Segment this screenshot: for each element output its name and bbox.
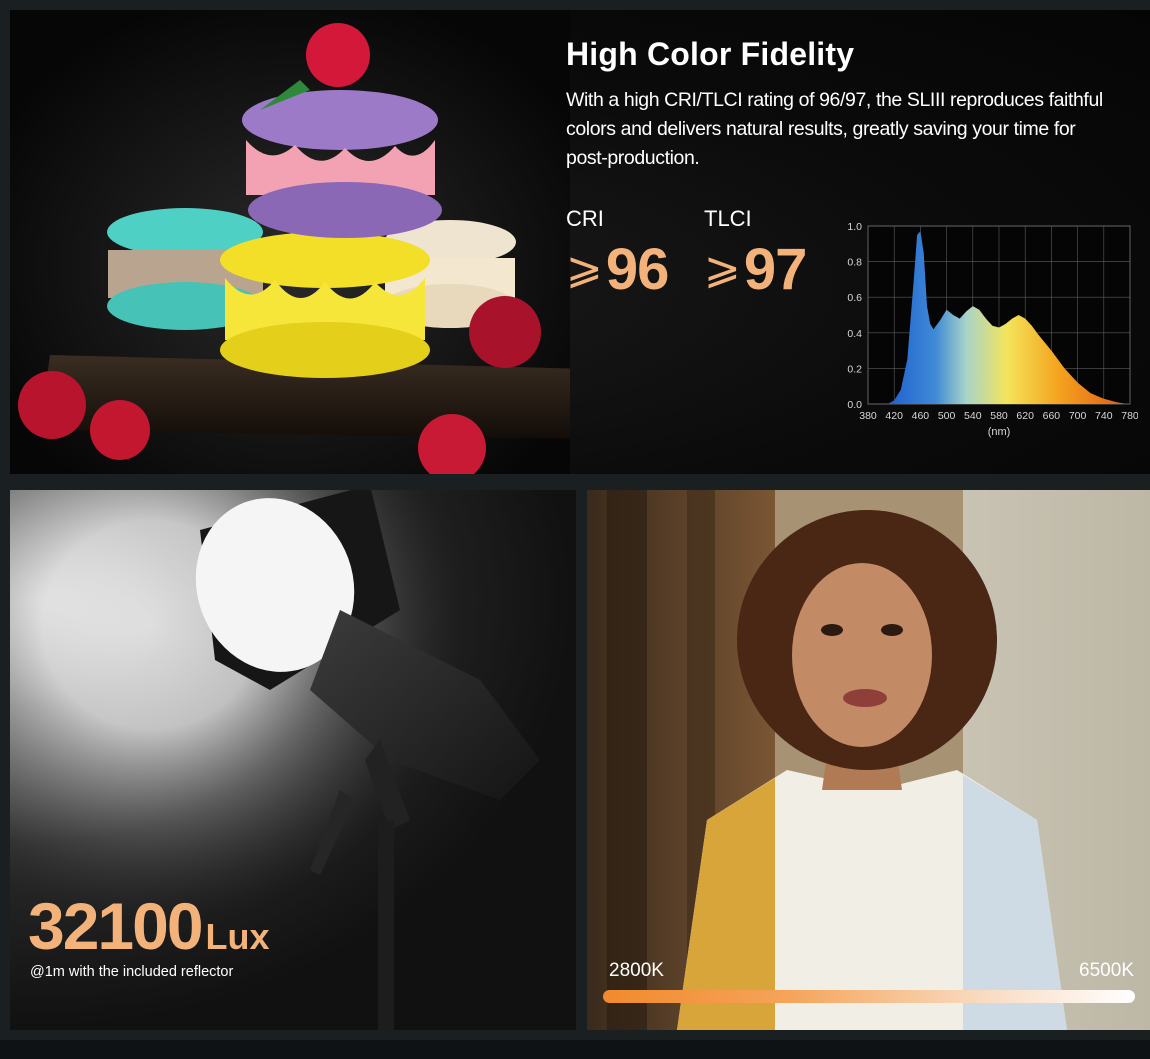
macaron-photo (10, 10, 570, 474)
light-output-panel: 32100 Lux @1m with the included reflector (10, 490, 576, 1030)
cri-value: ⩾96 (566, 236, 670, 303)
x-tick-label: 380 (859, 410, 877, 422)
y-tick-label: 0.6 (847, 292, 862, 304)
tlci-label: TLCI (704, 206, 752, 231)
x-tick-label: 540 (964, 410, 982, 422)
bottom-strip (0, 1040, 1150, 1059)
cri-number: 96 (605, 237, 670, 302)
lux-unit: Lux (205, 916, 270, 957)
cct-min-label: 2800K (609, 960, 664, 981)
cri-label: CRI (566, 206, 604, 231)
lux-number: 32100 (28, 889, 204, 963)
lux-note: @1m with the included reflector (30, 964, 234, 980)
cct-max-label: 6500K (1079, 960, 1134, 981)
y-tick-label: 1.0 (847, 221, 862, 233)
color-temperature-panel: 2800K 6500K (587, 490, 1150, 1030)
x-tick-label: 460 (912, 410, 930, 422)
x-tick-label: 620 (1016, 410, 1034, 422)
x-tick-label: 780 (1121, 410, 1138, 422)
cri-symbol: ⩾ (566, 244, 603, 293)
tlci-symbol: ⩾ (704, 244, 741, 293)
x-tick-label: 500 (938, 410, 956, 422)
lux-value: 32100 Lux (28, 888, 270, 964)
tlci-number: 97 (743, 237, 808, 302)
headline: High Color Fidelity (566, 36, 855, 72)
x-tick-label: 740 (1095, 410, 1113, 422)
x-tick-label: 660 (1043, 410, 1061, 422)
yellow-macaron (220, 232, 430, 378)
x-tick-label: 420 (885, 410, 903, 422)
portrait-photo (587, 490, 1150, 1030)
y-tick-label: 0.8 (847, 257, 862, 269)
x-tick-label: 580 (990, 410, 1008, 422)
x-tick-label: 700 (1069, 410, 1087, 422)
spectral-distribution-chart: 380 420 460 500 540 580 620 660 700 740 780 0.0 0.2 0… (847, 221, 1138, 438)
description: With a high CRI/TLCI rating of 96/97, th… (566, 89, 1103, 169)
tlci-value: ⩾97 (704, 236, 808, 303)
color-fidelity-panel: High Color Fidelity With a high CRI/TLCI… (10, 10, 1150, 474)
purple-macaron (242, 90, 442, 238)
cct-gradient-bar (603, 990, 1135, 1003)
y-tick-label: 0.2 (847, 363, 862, 375)
x-axis-label: (nm) (988, 426, 1011, 438)
y-tick-label: 0.0 (847, 399, 862, 411)
y-tick-label: 0.4 (847, 328, 862, 340)
